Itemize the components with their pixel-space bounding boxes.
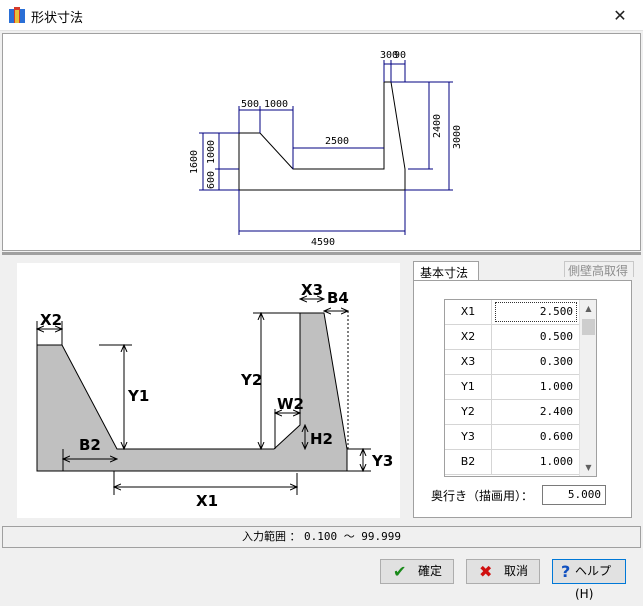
table-row[interactable]: X2 0.500 [445, 325, 579, 350]
dimension-grid[interactable]: X1 2.500 X2 0.500 X3 0.300 Y1 1.000 Y2 2… [444, 299, 597, 477]
check-icon: ✔ [393, 562, 407, 581]
row-value[interactable]: 1.000 [493, 375, 579, 399]
dim-label: 2400 [432, 114, 443, 138]
table-row[interactable]: B2 1.000 [445, 450, 579, 475]
preview-panel: 300 90 500 1000 2500 4590 1600 1000 600 … [2, 33, 641, 251]
title-bar: 形状寸法 ✕ [0, 0, 643, 31]
close-button[interactable]: ✕ [597, 0, 643, 31]
table-row[interactable]: X1 2.500 [445, 300, 579, 325]
table-row[interactable]: X3 0.300 [445, 350, 579, 375]
depth-input[interactable]: 5.000 [542, 485, 606, 505]
table-row[interactable]: Y1 1.000 [445, 375, 579, 400]
cancel-x-icon: ✖ [479, 562, 493, 581]
tab-side-wall-height[interactable]: 側壁高取得 [564, 261, 634, 278]
label-b2: B2 [79, 436, 101, 454]
tab-basic-dimensions[interactable]: 基本寸法 [413, 261, 479, 281]
label-y1: Y1 [127, 387, 149, 405]
depth-label: 奥行き（描画用）： [431, 489, 534, 503]
row-value[interactable]: 2.500 [493, 300, 579, 324]
status-range: 0.100 ～ 99.999 [303, 530, 402, 543]
scroll-up-icon[interactable]: ▲ [580, 300, 596, 317]
label-y3: Y3 [371, 452, 393, 470]
dim-label: 600 [206, 171, 217, 189]
dim-label: 1000 [264, 99, 288, 110]
app-icon [9, 7, 25, 23]
grid-scrollbar[interactable]: ▲ ▼ [579, 300, 596, 476]
label-x1: X1 [196, 492, 218, 510]
label-y2: Y2 [240, 371, 262, 389]
row-name: X1 [445, 300, 492, 324]
close-icon: ✕ [613, 6, 627, 25]
row-value[interactable]: 1.000 [493, 450, 579, 474]
dim-label: 90 [394, 50, 406, 61]
label-h2: H2 [310, 430, 333, 448]
cancel-label: 取消 [504, 564, 529, 578]
preview-drawing: 300 90 500 1000 2500 4590 1600 1000 600 … [189, 50, 463, 248]
dim-label: 500 [241, 99, 259, 110]
row-value[interactable]: 0.600 [493, 425, 579, 449]
help-button[interactable]: ? ヘルプ(H) [552, 559, 626, 601]
splitter[interactable] [2, 252, 641, 255]
row-value[interactable]: 0.300 [493, 350, 579, 374]
dim-label: 1600 [189, 150, 200, 174]
status-label: 入力範囲 ： [241, 530, 304, 543]
row-value[interactable]: 2.400 [493, 400, 579, 424]
label-x3: X3 [301, 281, 323, 299]
cancel-button[interactable]: ✖ 取消 [466, 559, 540, 584]
scroll-down-icon[interactable]: ▼ [580, 459, 596, 476]
table-row[interactable]: Y2 2.400 [445, 400, 579, 425]
row-name: Y2 [445, 400, 492, 424]
help-label: ヘルプ(H) [575, 564, 612, 601]
row-name: X3 [445, 350, 492, 374]
help-question-icon: ? [561, 562, 571, 581]
label-b4: B4 [327, 289, 349, 307]
row-name: X2 [445, 325, 492, 349]
status-bar: 入力範囲 ： 0.100 ～ 99.999 [2, 526, 641, 548]
ok-button[interactable]: ✔ 確定 [380, 559, 454, 584]
row-value[interactable]: 0.500 [493, 325, 579, 349]
dim-label: 3000 [452, 125, 463, 149]
row-name: Y1 [445, 375, 492, 399]
dim-label: 4590 [311, 237, 335, 248]
table-row[interactable]: Y3 0.600 [445, 425, 579, 450]
schematic-panel: X2 Y1 B2 X1 Y2 W2 H2 X3 B4 Y3 [17, 263, 400, 518]
window-title: 形状寸法 [31, 11, 84, 26]
scroll-thumb[interactable] [582, 319, 595, 335]
dim-label: 2500 [325, 136, 349, 147]
label-x2: X2 [40, 311, 62, 329]
ok-label: 確定 [418, 564, 443, 578]
dim-label: 1000 [206, 140, 217, 164]
row-name: B2 [445, 450, 492, 474]
label-w2: W2 [277, 395, 304, 413]
schematic-drawing: X2 Y1 B2 X1 Y2 W2 H2 X3 B4 Y3 [17, 281, 393, 510]
row-name: Y3 [445, 425, 492, 449]
